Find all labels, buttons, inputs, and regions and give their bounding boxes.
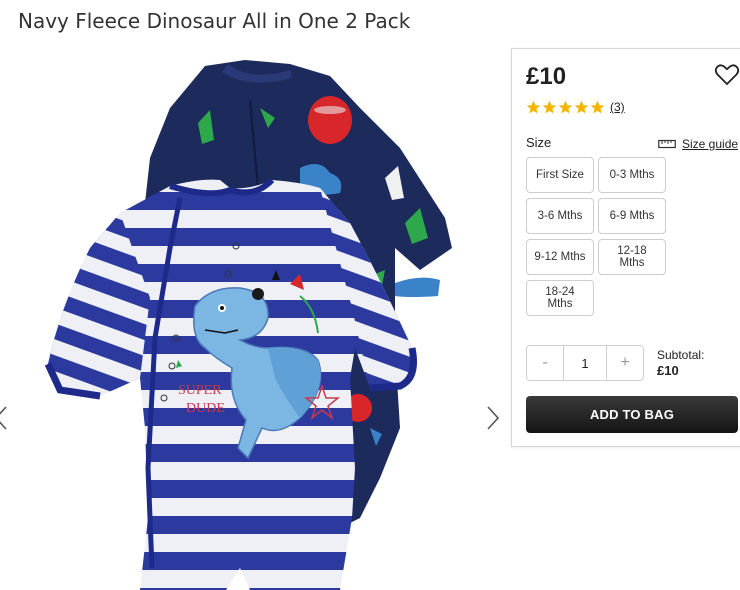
product-photo: SUPER DUDE bbox=[44, 60, 452, 590]
embroidery-dude: DUDE bbox=[186, 401, 225, 416]
star-icon bbox=[526, 100, 541, 113]
review-count-link[interactable]: (3) bbox=[610, 100, 625, 114]
quantity-increase-button[interactable]: + bbox=[607, 346, 643, 380]
size-guide-link[interactable]: Size guide bbox=[658, 137, 738, 151]
size-option-6-9-months[interactable]: 6-9 Mths bbox=[598, 198, 666, 234]
quantity-stepper: - + bbox=[526, 345, 644, 381]
subtotal: Subtotal: £10 bbox=[657, 347, 704, 379]
chevron-left-icon bbox=[0, 406, 7, 430]
quantity-decrease-button[interactable]: - bbox=[527, 346, 563, 380]
product-price: £10 bbox=[526, 63, 567, 90]
add-to-bag-button[interactable]: ADD TO BAG bbox=[526, 396, 738, 433]
ruler-icon bbox=[658, 139, 676, 149]
star-icon bbox=[542, 100, 557, 113]
size-guide-label: Size guide bbox=[682, 137, 739, 151]
chevron-right-icon bbox=[487, 406, 500, 430]
product-image-gallery: SUPER DUDE bbox=[0, 48, 510, 590]
size-option-9-12-months[interactable]: 9-12 Mths bbox=[526, 239, 594, 275]
star-icon bbox=[590, 100, 605, 113]
size-option-18-24-months[interactable]: 18-24 Mths bbox=[526, 280, 594, 316]
wishlist-button[interactable] bbox=[714, 63, 740, 87]
size-option-3-6-months[interactable]: 3-6 Mths bbox=[526, 198, 594, 234]
embroidery-super: SUPER bbox=[178, 383, 222, 398]
product-rating: (3) bbox=[526, 99, 625, 115]
star-icon bbox=[558, 100, 573, 113]
star-icon bbox=[574, 100, 589, 113]
size-option-first-size[interactable]: First Size bbox=[526, 157, 594, 193]
size-option-0-3-months[interactable]: 0-3 Mths bbox=[598, 157, 666, 193]
subtotal-value: £10 bbox=[657, 363, 679, 378]
product-title: Navy Fleece Dinosaur All in One 2 Pack bbox=[18, 9, 411, 33]
subtotal-label: Subtotal: bbox=[657, 348, 705, 362]
previous-image-button[interactable] bbox=[0, 403, 10, 433]
purchase-panel: £10 (3) Size Size guide First Size 0-3 M… bbox=[511, 48, 740, 447]
size-option-12-18-months[interactable]: 12-18 Mths bbox=[598, 239, 666, 275]
heart-icon bbox=[714, 64, 740, 86]
size-label: Size bbox=[526, 135, 552, 150]
next-image-button[interactable] bbox=[484, 403, 502, 433]
quantity-input[interactable] bbox=[563, 346, 607, 380]
